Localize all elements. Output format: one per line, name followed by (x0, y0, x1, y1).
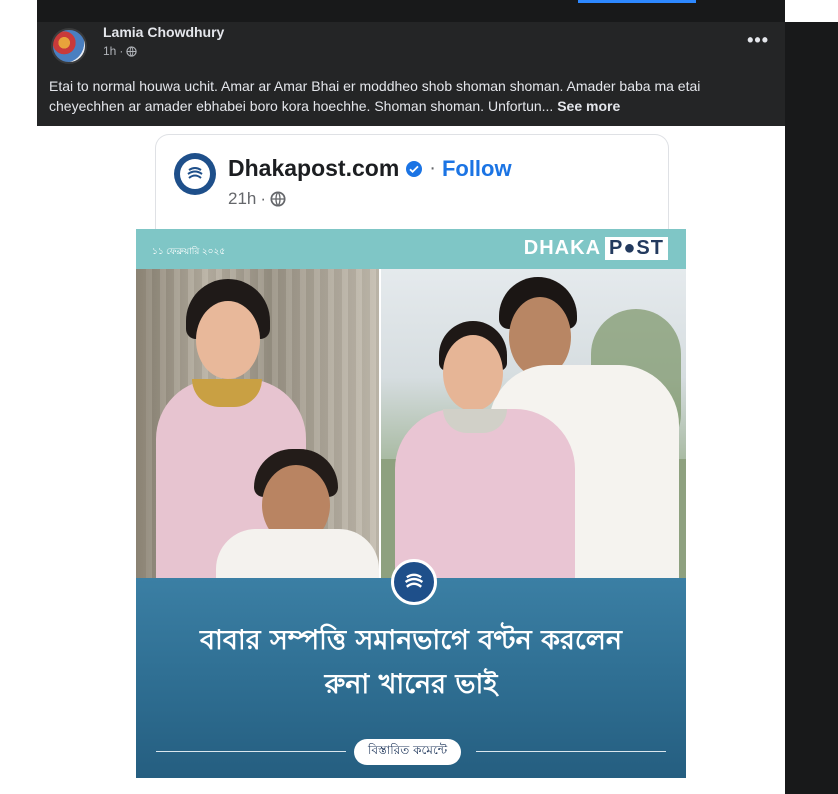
dhakapost-brand: DHAKA P●ST (524, 237, 668, 260)
divider-right (476, 751, 666, 752)
headline-line-1: বাবার সম্পত্তি সমানভাগে বণ্টন করলেন (200, 625, 622, 656)
more-options-icon[interactable]: ••• (747, 30, 769, 51)
post-header: Lamia Chowdhury 1h · ••• Etai to normal … (37, 22, 785, 126)
details-in-comments-pill: বিস্তারিত কমেন্টে (354, 739, 462, 765)
follow-button[interactable]: Follow (442, 156, 512, 182)
author-avatar[interactable] (51, 28, 87, 64)
globe-icon (126, 45, 138, 57)
page-name-row: Dhakapost.com · Follow (228, 155, 512, 182)
author-name[interactable]: Lamia Chowdhury (103, 24, 224, 40)
page-name[interactable]: Dhakapost.com (228, 155, 399, 182)
divider-left (156, 751, 346, 752)
headline-line-2: রুনা খানের ভাই (324, 669, 498, 700)
meta-separator: · (119, 44, 124, 58)
headline: বাবার সম্পত্তি সমানভাগে বণ্টন করলেন রুনা… (136, 619, 686, 707)
shared-meta-separator: · (260, 189, 267, 208)
verified-badge-icon (406, 160, 423, 177)
active-tab-indicator (578, 0, 696, 3)
left-margin (0, 0, 37, 794)
brand-right: P●ST (605, 237, 668, 260)
see-more-link[interactable]: See more (557, 98, 620, 114)
banner-date: ১১ ফেব্রুয়ারি ২০২৫ (152, 246, 226, 256)
shared-post-time[interactable]: 21h (228, 189, 256, 209)
photo-right (381, 269, 686, 578)
post-text: Etai to normal houwa uchit. Amar ar Amar… (49, 76, 775, 116)
dhakapost-logo-icon[interactable] (174, 153, 216, 195)
follow-separator: · (429, 157, 436, 179)
shared-post-meta: 21h · (228, 189, 286, 209)
post-time[interactable]: 1h (103, 44, 116, 58)
right-dark-panel (785, 22, 838, 794)
banner-top-strip: ১১ ফেব্রুয়ারি ২০২৫ DHAKA P●ST (136, 229, 686, 269)
globe-icon (270, 191, 286, 207)
photo-left (136, 269, 379, 578)
dhakapost-circle-logo-icon (391, 559, 437, 605)
top-bar (37, 0, 785, 22)
news-banner-image[interactable]: ১১ ফেব্রুয়ারি ২০২৫ DHAKA P●ST বাবার সম্… (136, 229, 686, 778)
brand-left: DHAKA (523, 237, 602, 259)
post-meta: 1h · (103, 44, 138, 58)
